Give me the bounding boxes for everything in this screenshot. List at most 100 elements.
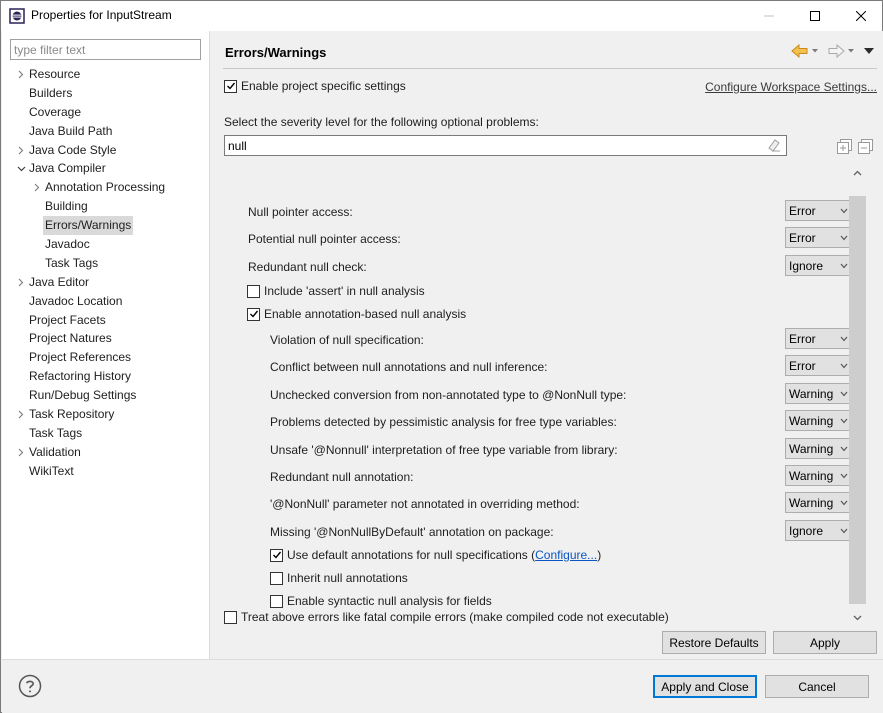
- null-pointer-combo[interactable]: Error: [785, 200, 853, 221]
- scroll-down-icon[interactable]: [849, 609, 866, 626]
- checkbox-box[interactable]: [224, 610, 237, 624]
- restore-defaults-button[interactable]: Restore Defaults: [662, 631, 766, 654]
- potential-null-combo[interactable]: Error: [785, 227, 853, 248]
- inherit-null-checkbox[interactable]: Inherit null annotations: [270, 571, 408, 585]
- configure-annotations-link[interactable]: Configure...: [535, 548, 597, 562]
- enable-project-settings-label: Enable project specific settings: [241, 79, 406, 93]
- tree-item[interactable]: Java Code Style: [2, 141, 210, 160]
- tree-item-label: Java Editor: [29, 274, 90, 289]
- tree-item[interactable]: Task Tags: [2, 254, 210, 273]
- page-nav-toolbar: [791, 41, 875, 61]
- tree-item[interactable]: Refactoring History: [2, 367, 210, 386]
- tree-item-label: Java Code Style: [29, 142, 117, 157]
- checkbox-box[interactable]: [270, 548, 283, 562]
- cancel-button[interactable]: Cancel: [765, 675, 869, 698]
- checkbox-box[interactable]: [247, 284, 260, 298]
- enable-annotation-checkbox[interactable]: Enable annotation-based null analysis: [247, 307, 466, 321]
- problem-search-input[interactable]: [224, 135, 787, 156]
- chevron-right-icon[interactable]: [16, 405, 26, 424]
- tree-item-label: Task Tags: [45, 255, 99, 270]
- tree-item-label: Task Repository: [29, 407, 115, 422]
- checkbox-box[interactable]: [270, 571, 283, 585]
- tree-item[interactable]: Project References: [2, 348, 210, 367]
- use-default-label-text: Use default annotations for null specifi…: [287, 548, 536, 562]
- tree-item-label: Errors/Warnings: [43, 216, 134, 236]
- tree-item[interactable]: Coverage: [2, 103, 210, 122]
- chevron-right-icon[interactable]: [16, 65, 26, 84]
- unchecked-combo[interactable]: Warning: [785, 383, 853, 404]
- conflict-combo[interactable]: Error: [785, 355, 853, 376]
- tree-item[interactable]: Project Facets: [2, 311, 210, 330]
- enable-project-settings-checkbox[interactable]: Enable project specific settings: [224, 79, 406, 93]
- scrollbar-thumb[interactable]: [849, 196, 866, 604]
- use-default-annotations-checkbox[interactable]: Use default annotations for null specifi…: [270, 548, 601, 562]
- minimize-button[interactable]: [746, 1, 792, 31]
- nonnull-param-combo[interactable]: Warning: [785, 492, 853, 513]
- enable-annotation-label: Enable annotation-based null analysis: [264, 307, 467, 321]
- tree-item[interactable]: Project Natures: [2, 329, 210, 348]
- tree-item-label: Task Tags: [29, 425, 83, 440]
- chevron-right-icon[interactable]: [16, 141, 26, 160]
- apply-and-close-button[interactable]: Apply and Close: [653, 675, 757, 698]
- apply-button[interactable]: Apply: [773, 631, 877, 654]
- unchecked-label: Unchecked conversion from non-annotated …: [270, 388, 627, 402]
- pessimistic-combo[interactable]: Warning: [785, 410, 853, 431]
- combo-value: Warning: [789, 441, 834, 456]
- forward-dropdown-icon[interactable]: [847, 41, 855, 61]
- close-button[interactable]: [838, 1, 883, 31]
- chevron-down-icon[interactable]: [16, 159, 26, 178]
- tree-item[interactable]: Annotation Processing: [2, 178, 210, 197]
- clear-eraser-icon[interactable]: [767, 138, 781, 155]
- forward-arrow-icon[interactable]: [827, 41, 845, 61]
- combo-value: Error: [789, 230, 816, 245]
- combo-value: Error: [789, 203, 816, 218]
- tree-item-label: Building: [45, 199, 88, 214]
- unsafe-combo[interactable]: Warning: [785, 438, 853, 459]
- chevron-down-icon: [840, 235, 848, 241]
- tree-item-label: Project Natures: [29, 331, 112, 346]
- help-icon[interactable]: [18, 674, 42, 698]
- redundant-annotation-combo[interactable]: Warning: [785, 465, 853, 486]
- checkbox-box[interactable]: [270, 594, 283, 608]
- treat-fatal-checkbox[interactable]: Treat above errors like fatal compile er…: [224, 610, 669, 624]
- collapse-all-icon[interactable]: [858, 139, 873, 154]
- include-assert-checkbox[interactable]: Include 'assert' in null analysis: [247, 284, 425, 298]
- filter-input[interactable]: [10, 39, 201, 60]
- inherit-null-label: Inherit null annotations: [287, 571, 408, 585]
- tree-item[interactable]: Java Build Path: [2, 122, 210, 141]
- chevron-down-icon: [840, 363, 848, 369]
- expand-all-icon[interactable]: [837, 139, 852, 154]
- checkbox-box[interactable]: [247, 307, 260, 321]
- tree-item[interactable]: Errors/Warnings: [2, 216, 210, 236]
- chevron-right-icon[interactable]: [16, 443, 26, 462]
- tree-item[interactable]: Run/Debug Settings: [2, 386, 210, 405]
- back-arrow-icon[interactable]: [791, 41, 809, 61]
- chevron-right-icon[interactable]: [16, 273, 26, 292]
- syntactic-null-checkbox[interactable]: Enable syntactic null analysis for field…: [270, 594, 492, 608]
- checkbox-box[interactable]: [224, 79, 237, 93]
- combo-value: Ignore: [789, 523, 824, 538]
- tree-item[interactable]: Validation: [2, 443, 210, 462]
- tree-item[interactable]: WikiText: [2, 462, 210, 481]
- tree-item[interactable]: Task Tags: [2, 424, 210, 443]
- redundant-check-combo[interactable]: Ignore: [785, 255, 853, 276]
- back-dropdown-icon[interactable]: [811, 41, 819, 61]
- configure-workspace-link[interactable]: Configure Workspace Settings...: [705, 80, 877, 94]
- combo-value: Warning: [789, 468, 834, 483]
- tree-item[interactable]: Task Repository: [2, 405, 210, 424]
- tree-item[interactable]: Java Editor: [2, 273, 210, 292]
- maximize-button[interactable]: [792, 1, 838, 31]
- tree-item[interactable]: Javadoc: [2, 235, 210, 254]
- view-menu-icon[interactable]: [863, 41, 875, 61]
- missing-default-combo[interactable]: Ignore: [785, 520, 853, 541]
- tree-item[interactable]: Building: [2, 197, 210, 216]
- tree-item-label: Refactoring History: [29, 369, 132, 384]
- tree-item[interactable]: Builders: [2, 84, 210, 103]
- violation-combo[interactable]: Error: [785, 328, 853, 349]
- tree-item[interactable]: Resource: [2, 65, 210, 84]
- tree-item[interactable]: Java Compiler: [2, 159, 210, 178]
- navigation-pane: Resource Builders Coverage Java Build Path J…: [2, 31, 210, 659]
- tree-item[interactable]: Javadoc Location: [2, 292, 210, 311]
- chevron-right-icon[interactable]: [32, 178, 42, 197]
- scroll-up-icon[interactable]: [849, 164, 866, 181]
